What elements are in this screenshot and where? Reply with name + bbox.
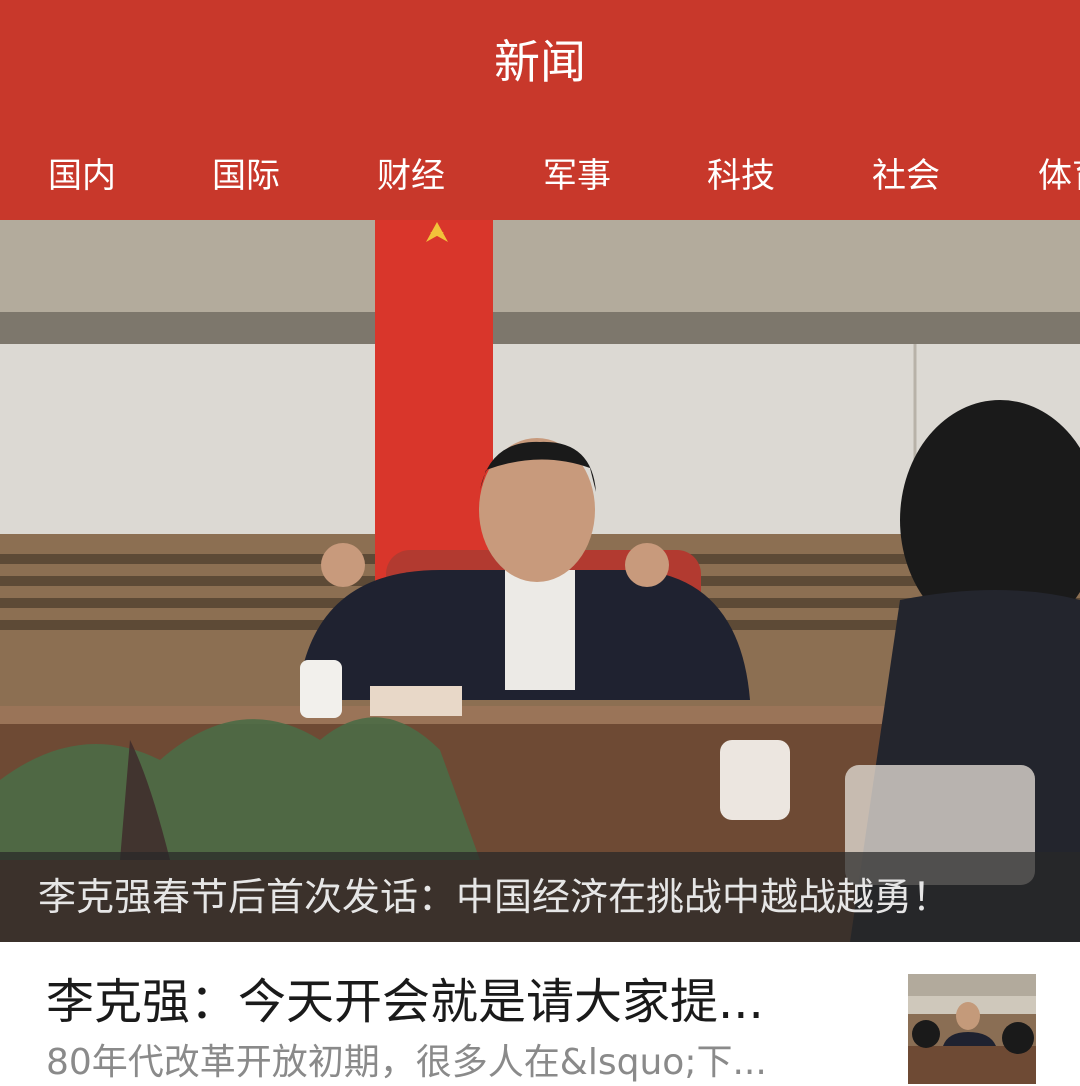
news-item-thumbnail xyxy=(908,974,1036,1084)
featured-news-image xyxy=(0,220,1080,942)
tab-society[interactable]: 社会 xyxy=(872,146,940,206)
tab-international[interactable]: 国际 xyxy=(212,146,280,206)
page-title: 新闻 xyxy=(494,35,586,89)
news-list-item[interactable]: 李克强：今天开会就是请大家提... 80年代改革开放初期，很多人在&lsquo;… xyxy=(0,942,1080,1084)
tab-sports[interactable]: 体育 xyxy=(1038,146,1080,206)
featured-news-banner[interactable]: 李克强春节后首次发话：中国经济在挑战中越战越勇！ xyxy=(0,220,1080,942)
news-item-summary: 80年代改革开放初期，很多人在&lsquo;下... xyxy=(46,1042,767,1083)
tab-domestic[interactable]: 国内 xyxy=(48,146,116,206)
featured-news-caption: 李克强春节后首次发话：中国经济在挑战中越战越勇！ xyxy=(0,852,1080,942)
category-tabs: 国内 国际 财经 军事 科技 社会 体育 xyxy=(0,146,1080,206)
tab-military[interactable]: 军事 xyxy=(543,146,611,206)
app-header: 新闻 国内 国际 财经 军事 科技 社会 体育 xyxy=(0,0,1080,220)
tab-finance[interactable]: 财经 xyxy=(377,146,445,206)
tab-technology[interactable]: 科技 xyxy=(707,146,775,206)
news-item-title: 李克强：今天开会就是请大家提... xyxy=(46,974,764,1030)
